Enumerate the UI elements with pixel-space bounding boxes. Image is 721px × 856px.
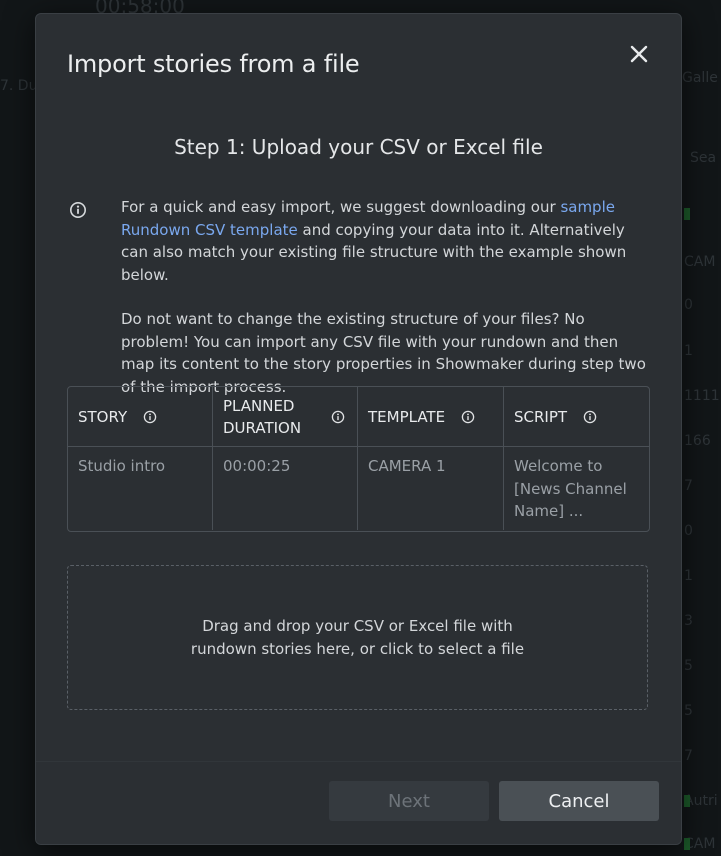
bg-fragment: 1 bbox=[684, 343, 693, 359]
example-table: STORY PLANNED DURATION TEMPLATE SCRIPT S… bbox=[67, 386, 650, 532]
example-cell-template: CAMERA 1 bbox=[358, 447, 504, 530]
bg-fragment: 5 bbox=[684, 703, 693, 719]
close-icon bbox=[630, 45, 648, 63]
bg-fragment: 3 bbox=[684, 613, 693, 629]
column-header-planned-duration: PLANNED DURATION bbox=[213, 387, 358, 447]
step-title: Step 1: Upload your CSV or Excel file bbox=[174, 135, 543, 159]
cancel-button[interactable]: Cancel bbox=[499, 781, 659, 821]
bg-status-marker bbox=[684, 208, 690, 220]
example-cell-script: Welcome to [News Channel Name] ... bbox=[514, 457, 627, 520]
bg-fragment: 0 bbox=[684, 523, 693, 539]
intro-text: For a quick and easy import, we suggest … bbox=[121, 196, 656, 398]
dialog-title: Import stories from a file bbox=[67, 50, 360, 78]
bg-fragment: 166 bbox=[684, 433, 711, 449]
column-header-story: STORY bbox=[68, 387, 213, 447]
info-icon[interactable] bbox=[143, 410, 157, 424]
info-icon bbox=[70, 202, 86, 218]
intro-paragraph-2: Do not want to change the existing struc… bbox=[121, 310, 646, 396]
bg-fragment: CAM bbox=[684, 254, 716, 270]
file-dropzone[interactable]: Drag and drop your CSV or Excel file wit… bbox=[67, 565, 648, 710]
bg-fragment: 7 bbox=[684, 478, 693, 494]
example-cell-planned-duration: 00:00:25 bbox=[213, 447, 358, 530]
bg-fragment: 0 bbox=[684, 297, 693, 313]
bg-fragment: 7. Du bbox=[0, 78, 38, 94]
bg-fragment: 5 bbox=[684, 658, 693, 674]
example-cell-story: Studio intro bbox=[68, 447, 213, 530]
bg-status-marker bbox=[684, 838, 690, 850]
info-icon[interactable] bbox=[331, 410, 345, 424]
bg-fragment: 7 bbox=[684, 748, 693, 764]
next-button[interactable]: Next bbox=[329, 781, 489, 821]
bg-fragment: Sea bbox=[690, 150, 717, 166]
info-icon[interactable] bbox=[583, 410, 597, 424]
bg-status-marker bbox=[684, 795, 690, 807]
info-icon[interactable] bbox=[461, 410, 475, 424]
column-header-template: TEMPLATE bbox=[358, 387, 504, 447]
intro-paragraph-1: For a quick and easy import, we suggest … bbox=[121, 198, 627, 284]
dropzone-text: Drag and drop your CSV or Excel file wit… bbox=[190, 617, 525, 658]
bg-fragment: Galle bbox=[682, 70, 718, 86]
import-stories-dialog: Import stories from a file Step 1: Uploa… bbox=[35, 13, 682, 845]
column-header-script: SCRIPT bbox=[504, 387, 649, 447]
close-button[interactable] bbox=[627, 42, 651, 66]
bg-fragment: 1 bbox=[684, 568, 693, 584]
dialog-footer: Next Cancel bbox=[36, 761, 681, 844]
bg-fragment: 1111 bbox=[684, 388, 720, 404]
